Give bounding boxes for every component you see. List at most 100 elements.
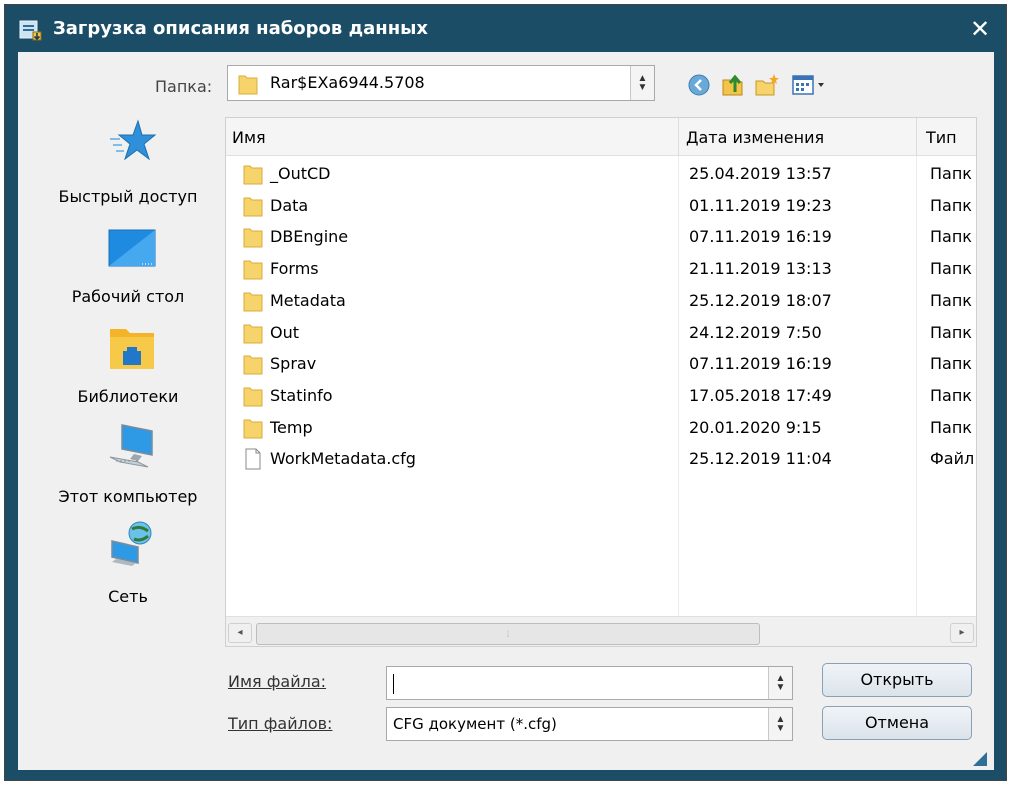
file-date: 25.04.2019 13:57 bbox=[689, 164, 832, 183]
file-row[interactable]: Forms 21.11.2019 13:13 Папк bbox=[226, 253, 976, 284]
file-name: Metadata bbox=[270, 290, 346, 310]
filename-label: Имя файла: bbox=[228, 672, 327, 691]
file-row[interactable]: Temp 20.01.2020 9:15 Папк bbox=[226, 412, 976, 443]
filetype-select[interactable]: CFG документ (*.cfg) ▲ ▼ bbox=[386, 707, 793, 741]
place-label: Сеть bbox=[108, 587, 148, 606]
new-folder-icon[interactable] bbox=[754, 72, 780, 98]
filename-dropdown-arrow[interactable]: ▲ ▼ bbox=[768, 667, 792, 699]
folder-icon bbox=[243, 387, 263, 407]
dialog-window: Загрузка описания наборов данных ✕ Папка… bbox=[4, 4, 1007, 781]
column-header-date[interactable]: Дата изменения bbox=[686, 128, 824, 147]
folder-icon bbox=[243, 260, 263, 280]
file-date: 07.11.2019 16:19 bbox=[689, 227, 832, 247]
close-button[interactable]: ✕ bbox=[965, 15, 995, 43]
column-divider[interactable] bbox=[916, 118, 917, 156]
folder-icon bbox=[238, 75, 258, 95]
open-button[interactable]: Открыть bbox=[822, 663, 972, 697]
place-libraries[interactable]: Библиотеки bbox=[38, 317, 218, 417]
place-network[interactable]: Сеть bbox=[38, 517, 218, 617]
file-name: _OutCD bbox=[270, 164, 331, 183]
file-type: Папк bbox=[930, 227, 972, 247]
place-label: Библиотеки bbox=[77, 387, 179, 406]
file-type: Папк bbox=[930, 322, 972, 342]
file-name: Out bbox=[270, 322, 300, 342]
back-icon[interactable] bbox=[686, 72, 712, 98]
file-type: Папк bbox=[930, 164, 972, 183]
folder-icon bbox=[243, 165, 263, 185]
app-icon bbox=[19, 20, 42, 41]
navigation-toolbar bbox=[686, 72, 846, 98]
folder-combo[interactable]: Rar$EXa6944.5708 ▲ ▼ bbox=[227, 65, 655, 101]
file-row[interactable]: Sprav 07.11.2019 16:19 Папк bbox=[226, 348, 976, 379]
place-desktop[interactable]: Рабочий стол bbox=[38, 217, 218, 317]
column-header-type[interactable]: Тип bbox=[926, 128, 957, 147]
file-name: Data bbox=[270, 195, 309, 215]
file-list[interactable]: Имя Дата изменения Тип _OutCD 25.04.2019 … bbox=[225, 117, 977, 647]
folder-icon bbox=[243, 324, 263, 343]
file-date: 21.11.2019 13:13 bbox=[689, 259, 832, 279]
star-icon bbox=[110, 119, 156, 161]
title-bar[interactable]: Загрузка описания наборов данных ✕ bbox=[5, 5, 1006, 52]
folder-icon bbox=[243, 197, 263, 217]
view-menu-icon[interactable] bbox=[790, 72, 834, 98]
folder-icon bbox=[243, 419, 263, 439]
libraries-icon bbox=[110, 329, 154, 369]
column-divider[interactable] bbox=[678, 118, 679, 156]
file-type: Папк bbox=[930, 259, 972, 279]
file-date: 24.12.2019 7:50 bbox=[689, 322, 822, 342]
place-this-pc[interactable]: Этот компьютер bbox=[38, 417, 218, 517]
file-name: WorkMetadata.cfg bbox=[270, 449, 416, 469]
current-folder: Rar$EXa6944.5708 bbox=[270, 73, 425, 92]
file-date: 17.05.2018 17:49 bbox=[689, 385, 832, 405]
resize-grip-icon[interactable] bbox=[973, 752, 987, 766]
file-row[interactable]: Metadata 25.12.2019 18:07 Папк bbox=[226, 285, 976, 316]
file-name: Statinfo bbox=[270, 385, 333, 405]
file-type: Файл bbox=[930, 449, 975, 469]
cancel-button[interactable]: Отмена bbox=[822, 706, 972, 740]
scroll-thumb[interactable]: ⦙ bbox=[256, 623, 760, 645]
filename-input[interactable]: ▲ ▼ bbox=[386, 666, 793, 700]
file-row[interactable]: Data 01.11.2019 19:23 Папк bbox=[226, 190, 976, 221]
folder-dropdown-arrow[interactable]: ▲ ▼ bbox=[630, 66, 654, 100]
file-date: 01.11.2019 19:23 bbox=[689, 195, 832, 215]
file-row[interactable]: _OutCD 25.04.2019 13:57 Папк bbox=[226, 158, 976, 189]
file-row[interactable]: WorkMetadata.cfg 25.12.2019 11:04 Файл bbox=[226, 443, 976, 474]
folder-icon bbox=[243, 355, 263, 375]
file-type: Папк bbox=[930, 195, 972, 215]
up-folder-icon[interactable] bbox=[720, 72, 746, 98]
file-name: Temp bbox=[270, 417, 313, 437]
scroll-right-arrow[interactable]: ▸ bbox=[950, 623, 974, 643]
file-name: Sprav bbox=[270, 354, 317, 374]
window-title: Загрузка описания наборов данных bbox=[53, 18, 429, 39]
filetype-value: CFG документ (*.cfg) bbox=[393, 715, 557, 733]
place-quick-access[interactable]: Быстрый доступ bbox=[38, 117, 218, 217]
file-row[interactable]: Statinfo 17.05.2018 17:49 Папк bbox=[226, 380, 976, 411]
file-name: Forms bbox=[270, 259, 319, 279]
horizontal-scrollbar[interactable]: ◂ ⦙ ▸ bbox=[226, 616, 976, 646]
filetype-dropdown-arrow[interactable]: ▲ ▼ bbox=[768, 708, 792, 740]
network-icon bbox=[111, 521, 152, 566]
file-row[interactable]: DBEngine 07.11.2019 16:19 Папк bbox=[226, 221, 976, 252]
file-date: 25.12.2019 11:04 bbox=[689, 449, 832, 469]
file-date: 07.11.2019 16:19 bbox=[689, 354, 832, 374]
file-icon bbox=[245, 448, 261, 470]
text-cursor bbox=[393, 674, 394, 694]
place-label: Быстрый доступ bbox=[58, 187, 198, 206]
file-type: Папк bbox=[930, 385, 972, 405]
computer-icon bbox=[109, 424, 153, 468]
place-label: Этот компьютер bbox=[58, 487, 198, 506]
file-date: 25.12.2019 18:07 bbox=[689, 290, 832, 310]
scroll-left-arrow[interactable]: ◂ bbox=[228, 623, 252, 643]
file-list-header: Имя Дата изменения Тип bbox=[226, 118, 976, 156]
filetype-label: Тип файлов: bbox=[228, 714, 333, 733]
folder-icon bbox=[243, 292, 263, 312]
file-type: Папк bbox=[930, 354, 972, 374]
places-bar: Быстрый доступ Рабочий стол Библиотеки Э… bbox=[38, 117, 218, 627]
file-row[interactable]: Out 24.12.2019 7:50 Папк bbox=[226, 317, 976, 348]
dialog-body: Папка: Rar$EXa6944.5708 ▲ ▼ Быстрый дост… bbox=[18, 52, 994, 770]
column-header-name[interactable]: Имя bbox=[232, 128, 266, 147]
desktop-icon bbox=[108, 229, 156, 267]
file-date: 20.01.2020 9:15 bbox=[689, 417, 822, 437]
file-name: DBEngine bbox=[270, 227, 349, 247]
folder-icon bbox=[243, 228, 263, 248]
